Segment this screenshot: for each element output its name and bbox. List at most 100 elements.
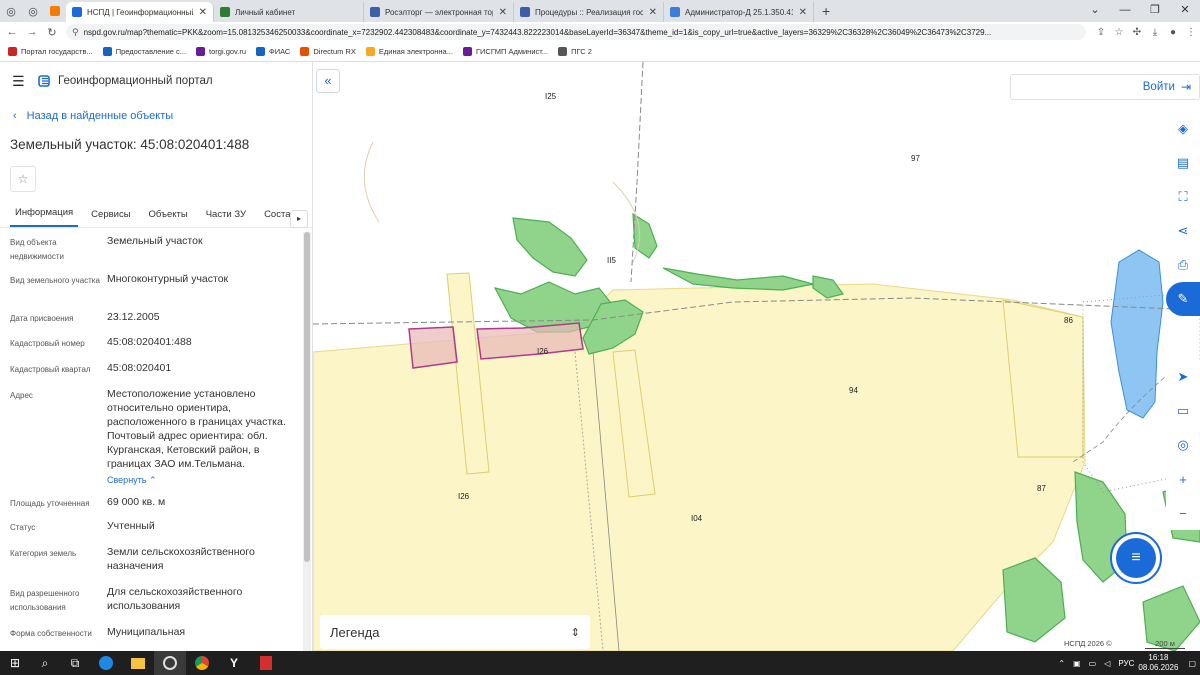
legend-label: Легенда bbox=[330, 624, 380, 640]
hamburger-menu-icon[interactable]: ☰ bbox=[12, 73, 32, 90]
close-icon[interactable]: ✕ bbox=[649, 7, 657, 18]
tab-search-icon[interactable]: ◎ bbox=[0, 0, 22, 22]
reload-icon[interactable]: ↻ bbox=[44, 26, 60, 39]
collapse-panel-button[interactable]: « bbox=[316, 69, 340, 93]
map-label: I26 bbox=[458, 492, 470, 501]
bookmark-item[interactable]: ГИСГМП Админист... bbox=[462, 47, 548, 56]
share-icon[interactable]: ⋖ bbox=[1166, 214, 1200, 248]
close-icon[interactable]: ✕ bbox=[199, 7, 207, 18]
chevron-left-icon: ‹ bbox=[13, 110, 17, 122]
property-row: Кадастровый номер 45:08:020401:488 bbox=[0, 335, 304, 361]
browser-tab-nspd[interactable]: НСПД | Геоинформационный п ✕ bbox=[66, 2, 214, 22]
forward-arrow-icon[interactable]: → bbox=[24, 26, 40, 38]
browser-tab-procedures[interactable]: Процедуры :: Реализация госи ✕ bbox=[514, 2, 664, 22]
collapse-link[interactable]: Свернуть ⌃ bbox=[107, 473, 298, 487]
favorite-star-button[interactable]: ☆ bbox=[10, 166, 36, 192]
bookmark-item[interactable]: Единая электронна... bbox=[365, 47, 453, 56]
bookmark-item[interactable]: ФИАС bbox=[256, 47, 290, 56]
clock[interactable]: 16:18 08.06.2026 bbox=[1138, 653, 1178, 673]
volume-icon[interactable]: ◁ bbox=[1104, 659, 1110, 668]
tab-title: Личный кабинет bbox=[235, 7, 296, 17]
new-tab-button[interactable]: + bbox=[814, 2, 838, 22]
url-field[interactable]: ⚲ nspd.gov.ru/map?thematic=PKK&zoom=15.0… bbox=[66, 24, 1086, 40]
panel-scrollbar[interactable] bbox=[303, 232, 311, 651]
tab-favicon-icon bbox=[220, 7, 230, 17]
extensions-icon[interactable]: ✣ bbox=[1128, 27, 1146, 38]
assistant-icon[interactable]: ✎ bbox=[1166, 282, 1200, 316]
search-icon[interactable]: ⌕ bbox=[30, 651, 60, 675]
property-value: Многоконтурный участок bbox=[107, 273, 229, 285]
bookmark-item[interactable]: Предоставление с... bbox=[102, 47, 186, 56]
tab-services[interactable]: Сервисы bbox=[86, 209, 135, 227]
zoom-out-icon[interactable]: − bbox=[1166, 496, 1200, 530]
bookmark-item[interactable]: torgi.gov.ru bbox=[196, 47, 246, 56]
bookmark-item[interactable]: Портал государств... bbox=[8, 47, 93, 56]
windows-start-icon[interactable]: ⊞ bbox=[0, 651, 30, 675]
tab-objects[interactable]: Объекты bbox=[144, 209, 193, 227]
yandex-app-icon[interactable]: Y bbox=[218, 651, 250, 675]
bookmark-favicon-icon bbox=[462, 47, 472, 56]
download-icon[interactable]: ⤓ bbox=[1146, 27, 1164, 38]
tab-list-icon[interactable]: ⌄ bbox=[1080, 0, 1110, 22]
bookmark-item[interactable]: Directum RX bbox=[300, 47, 356, 56]
language-indicator[interactable]: РУС bbox=[1118, 659, 1134, 668]
close-icon[interactable]: ✕ bbox=[499, 7, 507, 18]
tray-expand-icon[interactable]: ⌃ bbox=[1058, 659, 1065, 668]
navigate-icon[interactable]: ➤ bbox=[1166, 360, 1200, 394]
menu-dots-icon[interactable]: ⋮ bbox=[1182, 27, 1200, 38]
browser-tab-admin[interactable]: Администратор-Д 25.1.350.417 ✕ bbox=[664, 2, 814, 22]
back-arrow-icon[interactable]: ← bbox=[4, 26, 20, 38]
ruler-icon[interactable]: ▤ bbox=[1166, 146, 1200, 180]
property-row: Вид разрешенного использования Для сельс… bbox=[0, 585, 304, 625]
chat-button[interactable]: ≡ bbox=[1110, 532, 1162, 584]
browser-tab-roseltorg[interactable]: Росэлторг — электронная торг ✕ bbox=[364, 2, 514, 22]
tab-info[interactable]: Информация bbox=[10, 207, 79, 227]
select-area-icon[interactable]: ⛶ bbox=[1166, 180, 1200, 214]
task-view-icon[interactable]: ⧉ bbox=[60, 651, 90, 675]
scrollbar-thumb[interactable] bbox=[304, 232, 310, 562]
pinned-tab-icon[interactable]: ◎ bbox=[22, 0, 44, 22]
notification-icon[interactable]: ▢ bbox=[1188, 659, 1196, 668]
pdf-app-icon[interactable] bbox=[250, 651, 282, 675]
object-info-panel: ☰ Геоинформационный портал ‹ Назад в най… bbox=[0, 62, 313, 651]
maximize-icon[interactable]: ❐ bbox=[1140, 0, 1170, 22]
bookmark-item[interactable]: ПГС 2 bbox=[558, 47, 592, 56]
legend-toggle[interactable]: Легенда ⇕ bbox=[320, 615, 590, 649]
system-tray: ⌃ ▣ ▭ ◁ РУС 16:18 08.06.2026 ▢ bbox=[1054, 651, 1200, 675]
bookmark-favicon-icon bbox=[8, 47, 17, 56]
map-label: 94 bbox=[849, 386, 858, 395]
minimize-icon[interactable]: — bbox=[1110, 0, 1140, 22]
map-view-icon[interactable]: ▭ bbox=[1166, 394, 1200, 428]
tabs-scroll-right-icon[interactable]: ▸ bbox=[290, 210, 308, 228]
site-info-icon[interactable]: ⚲ bbox=[72, 27, 79, 38]
share-icon[interactable]: ⇪ bbox=[1092, 27, 1110, 38]
app-icon[interactable] bbox=[154, 651, 186, 675]
map-canvas[interactable]: I25 97 II5 86 I26 94 87 I26 I04 « Войти … bbox=[313, 62, 1200, 651]
bookmark-favicon-icon bbox=[558, 47, 568, 56]
browser-tab-cabinet[interactable]: Личный кабинет bbox=[214, 2, 364, 22]
map-toolbar: ◈ ▤ ⛶ ⋖ ⎙ ✎ ➤ ▭ ◎ + − bbox=[1166, 112, 1200, 530]
edge-app-icon[interactable] bbox=[90, 651, 122, 675]
chrome-app-icon[interactable] bbox=[186, 651, 218, 675]
login-button[interactable]: Войти ⇥ bbox=[1010, 74, 1200, 100]
chat-icon: ≡ bbox=[1116, 538, 1156, 578]
tray-app-icon[interactable]: ▣ bbox=[1073, 659, 1081, 668]
pinned-tab-orange-icon[interactable] bbox=[44, 0, 66, 22]
property-value: 45:08:020401 bbox=[107, 362, 172, 374]
os-taskbar: ⊞ ⌕ ⧉ Y ⌃ ▣ ▭ ◁ РУС 16:18 08.06.2026 ▢ bbox=[0, 651, 1200, 675]
locate-icon[interactable]: ◎ bbox=[1166, 428, 1200, 462]
explorer-app-icon[interactable] bbox=[122, 651, 154, 675]
zoom-in-icon[interactable]: + bbox=[1166, 462, 1200, 496]
close-window-icon[interactable]: ✕ bbox=[1170, 0, 1200, 22]
network-icon[interactable]: ▭ bbox=[1089, 659, 1097, 668]
back-to-results-link[interactable]: ‹ Назад в найденные объекты bbox=[0, 100, 312, 132]
print-icon[interactable]: ⎙ bbox=[1166, 248, 1200, 282]
bookmark-favicon-icon bbox=[256, 47, 265, 56]
property-label: Площадь уточненная bbox=[10, 499, 90, 508]
close-icon[interactable]: ✕ bbox=[799, 7, 807, 18]
property-row: Вид земельного участка Многоконтурный уч… bbox=[0, 272, 304, 310]
layers-icon[interactable]: ◈ bbox=[1166, 112, 1200, 146]
bookmark-star-icon[interactable]: ☆ bbox=[1110, 27, 1128, 38]
profile-icon[interactable]: ● bbox=[1164, 27, 1182, 38]
tab-parts[interactable]: Части ЗУ bbox=[201, 209, 251, 227]
